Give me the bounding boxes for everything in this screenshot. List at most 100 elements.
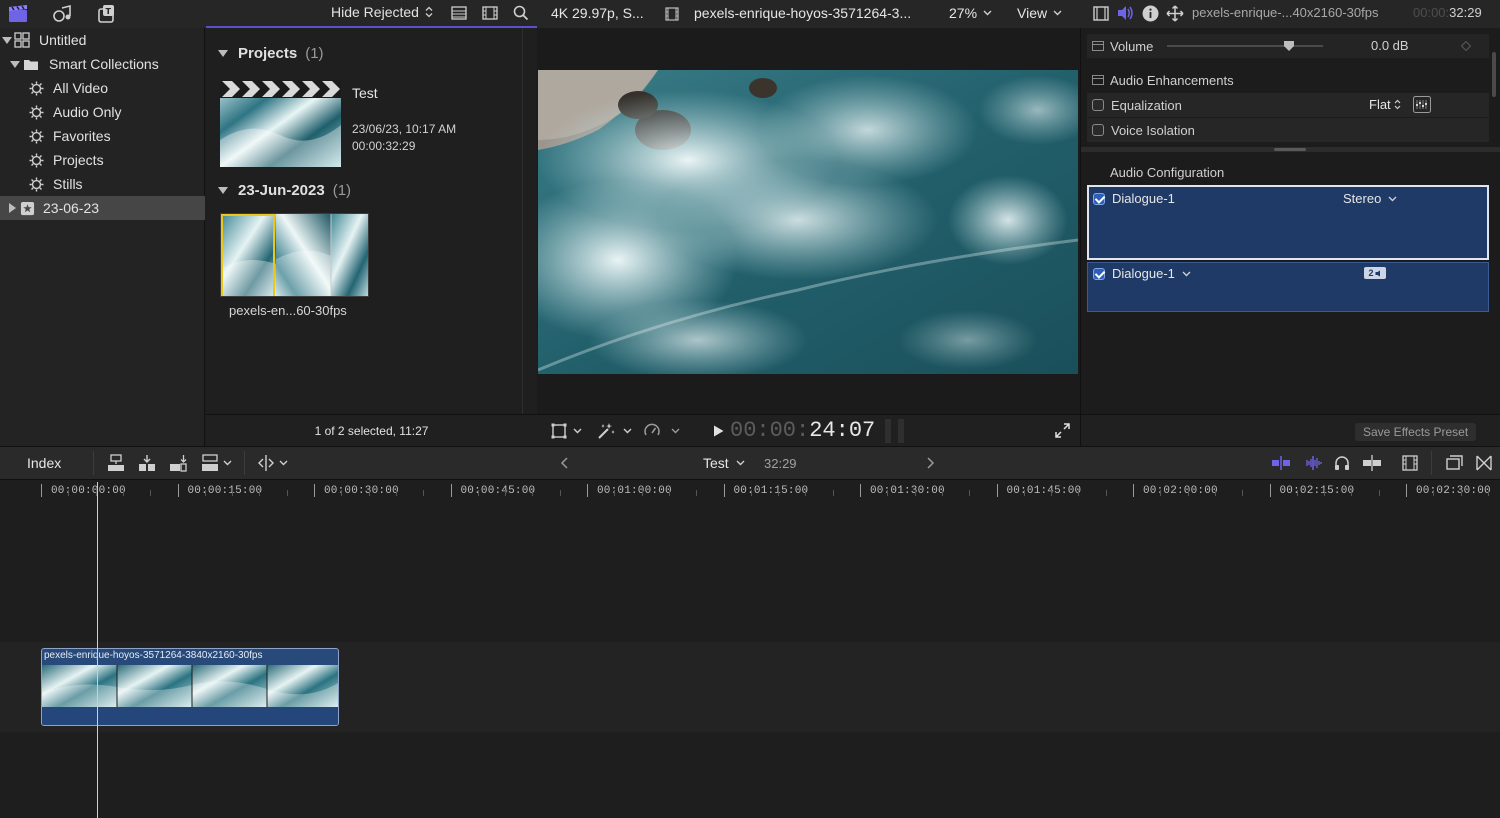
keyframe-diamond-icon[interactable] xyxy=(1461,41,1471,51)
group-count: (1) xyxy=(332,182,352,199)
timeline-clip[interactable]: pexels-enrique-hoyos-3571264-3840x2160-3… xyxy=(41,648,339,726)
video-frame[interactable] xyxy=(538,70,1078,374)
equalization-menu[interactable]: Flat xyxy=(1369,97,1401,112)
audio-enhancements-header[interactable]: Audio Enhancements xyxy=(1087,68,1489,92)
role-name[interactable]: Dialogue-1 xyxy=(1112,191,1175,206)
sidebar-item-stills[interactable]: Stills xyxy=(0,172,205,196)
zoom-menu[interactable]: 27% xyxy=(949,5,992,21)
list-view-icon[interactable] xyxy=(451,6,467,20)
group-header-projects[interactable]: Projects (1) xyxy=(218,45,324,62)
hide-rejected-filter[interactable]: Hide Rejected xyxy=(331,4,433,20)
role-row: Dialogue-1 xyxy=(1093,266,1191,281)
fullscreen-icon[interactable] xyxy=(1055,423,1070,438)
save-effects-preset-button[interactable]: Save Effects Preset xyxy=(1355,423,1477,441)
timeline-project-name: Test xyxy=(703,455,729,471)
titles-generators-icon[interactable]: T xyxy=(96,4,116,24)
transitions-browser-icon[interactable] xyxy=(1476,455,1492,471)
disclosure-down-icon[interactable] xyxy=(218,50,228,57)
ruler-minor-tick xyxy=(559,490,561,496)
timeline-ruler[interactable]: 00:00:00:00 00:00:15:00 00:00:30:00 00:00:4… xyxy=(0,480,1500,500)
view-menu[interactable]: View xyxy=(1017,5,1062,21)
play-button[interactable] xyxy=(713,425,724,437)
group-header-event-date[interactable]: 23-Jun-2023 (1) xyxy=(218,182,351,199)
disclosure-down-icon[interactable] xyxy=(10,60,20,68)
sidebar-item-smart-collections[interactable]: Smart Collections xyxy=(0,52,205,76)
ruler-minor-tick xyxy=(122,490,124,496)
library-toolbar: T Hide Rejected xyxy=(0,0,537,28)
volume-slider-knob[interactable] xyxy=(1283,41,1294,51)
clip-appearance-icon[interactable] xyxy=(1402,455,1418,471)
audio-inspector-icon[interactable] xyxy=(1117,5,1134,21)
insert-clip-icon[interactable] xyxy=(138,454,156,472)
chevron-down-icon[interactable] xyxy=(1182,271,1191,277)
ruler-minor-tick xyxy=(1187,490,1189,496)
retime-menu[interactable] xyxy=(643,422,680,440)
sidebar-item-favorites[interactable]: Favorites xyxy=(0,124,205,148)
viewer-timecode[interactable]: 00:00: 24:07 xyxy=(730,418,875,443)
ruler-minor-tick xyxy=(395,490,397,496)
search-icon[interactable] xyxy=(513,5,529,21)
audio-role-component-2[interactable]: Dialogue-1 2 xyxy=(1087,262,1489,312)
sidebar-item-all-video[interactable]: All Video xyxy=(0,76,205,100)
history-forward-icon[interactable] xyxy=(927,457,935,469)
role-checkbox[interactable] xyxy=(1093,267,1105,280)
overwrite-clip-menu[interactable] xyxy=(201,454,232,472)
append-clip-icon[interactable] xyxy=(169,454,187,472)
sidebar-item-event[interactable]: 23-06-23 xyxy=(0,196,205,220)
chevron-down-icon xyxy=(1053,10,1062,16)
libraries-icon[interactable] xyxy=(8,4,28,24)
volume-value[interactable]: 0.0 dB xyxy=(1371,38,1409,53)
playhead[interactable] xyxy=(97,482,98,818)
scrollbar-thumb[interactable] xyxy=(1492,52,1496,97)
snapping-icon[interactable] xyxy=(1362,455,1382,471)
transform-menu[interactable] xyxy=(551,423,582,439)
inspector-duration: 00:00: 32:29 xyxy=(1413,5,1482,20)
disclosure-down-icon[interactable] xyxy=(2,36,12,44)
ruler-label: 00:02:15:00 xyxy=(1279,485,1355,497)
disclosure-down-icon[interactable] xyxy=(218,187,228,194)
effects-browser-icon[interactable] xyxy=(1446,455,1463,471)
browser-status-bar: 1 of 2 selected, 11:27 xyxy=(206,414,537,446)
sidebar-item-projects[interactable]: Projects xyxy=(0,148,205,172)
channel-config-menu[interactable]: Stereo xyxy=(1343,191,1397,206)
role-checkbox[interactable] xyxy=(1093,192,1105,205)
event-star-icon xyxy=(20,201,35,216)
toolbar-divider xyxy=(93,451,94,475)
clip-thumbnail[interactable] xyxy=(220,213,369,297)
ruler-minor-tick xyxy=(750,490,752,496)
viewer-format[interactable]: 4K 29.97p, S... xyxy=(551,5,644,21)
video-inspector-icon[interactable] xyxy=(1093,6,1109,21)
sidebar-item-library[interactable]: Untitled xyxy=(0,28,205,52)
ruler-minor-tick xyxy=(1023,490,1025,496)
panel-splitter[interactable] xyxy=(1081,147,1500,152)
audio-skimming-icon[interactable] xyxy=(1303,456,1323,470)
history-back-icon[interactable] xyxy=(560,457,568,469)
project-menu[interactable]: Test xyxy=(703,455,745,471)
index-button[interactable]: Index xyxy=(27,455,61,471)
edit-tool-menu[interactable] xyxy=(257,454,288,472)
sidebar-item-audio-only[interactable]: Audio Only xyxy=(0,100,205,124)
video-audio-skimming-icon[interactable] xyxy=(1271,456,1291,470)
equalizer-icon[interactable] xyxy=(1413,96,1431,113)
ruler-label: 00:01:00:00 xyxy=(597,485,672,497)
project-thumbnail[interactable] xyxy=(220,80,341,167)
ruler-major-tick xyxy=(314,484,315,497)
photos-audio-icon[interactable] xyxy=(52,4,72,24)
info-inspector-icon[interactable] xyxy=(1142,5,1159,22)
share-inspector-icon[interactable] xyxy=(1166,5,1184,22)
splitter-handle[interactable] xyxy=(1274,148,1306,151)
sidebar-item-label: All Video xyxy=(53,80,109,96)
enhance-menu[interactable] xyxy=(597,422,632,440)
audio-role-component-1[interactable]: Dialogue-1 Stereo xyxy=(1087,185,1489,260)
ruler-minor-tick xyxy=(805,490,807,496)
ruler-label: 00:02:30:00 xyxy=(1416,485,1491,497)
disclosure-right-icon[interactable] xyxy=(9,203,16,213)
volume-slider[interactable] xyxy=(1167,45,1323,47)
voice-isolation-checkbox[interactable] xyxy=(1092,124,1104,136)
headphones-solo-icon[interactable] xyxy=(1334,455,1350,471)
toolbar-divider xyxy=(1431,451,1432,475)
role-name[interactable]: Dialogue-1 xyxy=(1112,266,1175,281)
clip-appearance-icon[interactable] xyxy=(482,6,498,20)
equalization-checkbox[interactable] xyxy=(1092,99,1104,111)
connect-clip-icon[interactable] xyxy=(107,454,125,472)
